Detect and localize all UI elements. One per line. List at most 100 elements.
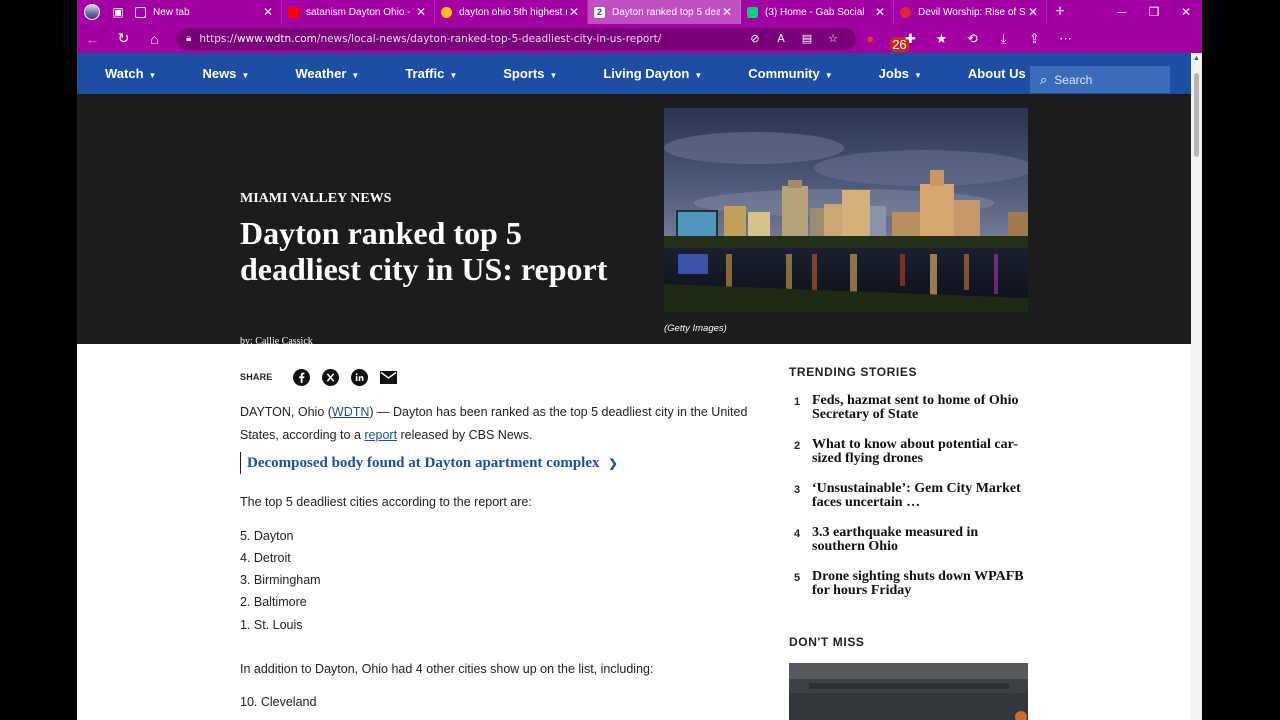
newtab-icon (135, 6, 146, 18)
tab-active[interactable]: 2 Dayton ranked top 5 deadliest city ✕ (588, 0, 741, 24)
nav-item-watch[interactable]: Watch ▼ (105, 66, 156, 81)
immersive-reader-icon[interactable]: ▤ (794, 32, 820, 45)
tracking-prevention-icon[interactable]: ⊘ (742, 32, 768, 45)
trending-title[interactable]: ‘Unsustainable’: Gem City Market faces u… (812, 482, 1029, 510)
list-item: 2. Baltimore (240, 595, 307, 610)
trending-title[interactable]: 3.3 earthquake measured in southern Ohio (812, 526, 1029, 554)
facebook-icon[interactable] (293, 368, 311, 386)
tab-title: Dayton ranked top 5 deadliest city (612, 6, 720, 18)
dont-miss-thumbnail[interactable] (789, 663, 1028, 720)
nav-item-news[interactable]: News ▼ (202, 66, 249, 81)
close-icon[interactable]: ✕ (414, 5, 428, 19)
list-intro: The top 5 deadliest cities according to … (240, 495, 532, 509)
related-story-link[interactable]: Decomposed body found at Dayton apartmen… (240, 452, 760, 474)
tab[interactable]: Devil Worship: Rise of Satanism ✕ (894, 0, 1047, 24)
search-label: Search (1054, 72, 1093, 87)
close-icon[interactable]: ✕ (261, 5, 275, 19)
back-icon[interactable]: ← (77, 31, 108, 47)
tab-title: Devil Worship: Rise of Satanism (918, 6, 1026, 18)
scroll-up-icon[interactable]: ▲ (1193, 55, 1200, 62)
close-window-icon[interactable]: ✕ (1170, 5, 1202, 19)
search-icon: ⌕ (1040, 71, 1048, 87)
restore-icon[interactable]: ❐ (1138, 5, 1170, 19)
caret-down-icon: ▼ (914, 71, 922, 80)
close-icon[interactable]: ✕ (567, 5, 581, 19)
hero-image[interactable] (664, 108, 1028, 312)
trending-title[interactable]: Feds, hazmat sent to home of Ohio Secret… (812, 394, 1029, 422)
nav-item-traffic[interactable]: Traffic ▼ (405, 66, 457, 81)
byline-prefix: by: (240, 336, 256, 347)
extensions-icon[interactable]: ✚ (895, 31, 926, 47)
tab-title: satanism Dayton Ohio - YouTube (306, 6, 414, 18)
dont-miss-section: DON'T MISS (789, 635, 1029, 649)
x-twitter-icon[interactable] (322, 368, 340, 386)
favorite-star-icon[interactable]: ☆ (820, 32, 846, 45)
close-icon[interactable]: ✕ (873, 5, 887, 19)
trending-item[interactable]: 5 Drone sighting shuts down WPAFB for ho… (789, 570, 1029, 598)
minimize-icon[interactable]: ─ (1106, 5, 1138, 19)
url-text: https://www.wdtn.com/news/local-news/day… (199, 32, 662, 45)
article-category[interactable]: MIAMI VALLEY NEWS (240, 191, 391, 207)
tab-strip: ▣ New tab ✕ satanism Dayton Ohio - YouTu… (77, 0, 1202, 24)
email-icon[interactable] (380, 368, 398, 386)
page-scrollbar[interactable]: ▲ (1191, 53, 1202, 720)
trending-title[interactable]: What to know about potential car-sized f… (812, 438, 1029, 466)
new-tab-button[interactable]: + (1047, 3, 1073, 21)
wdtn-link[interactable]: WDTN (332, 405, 370, 419)
workspaces-icon[interactable]: ▣ (107, 0, 129, 24)
tab[interactable]: satanism Dayton Ohio - YouTube ✕ (282, 0, 435, 24)
wdtn-icon: 2 (594, 6, 605, 18)
dont-miss-heading: DON'T MISS (789, 635, 865, 649)
article-body: SHARE DAYTON, Ohio (WDTN) — Dayton has b… (240, 367, 760, 714)
article-meta: by: Callie Cassick Posted: Sep 13, 2022 … (240, 336, 401, 369)
close-icon[interactable]: ✕ (1026, 5, 1040, 19)
trending-item[interactable]: 1 Feds, hazmat sent to home of Ohio Secr… (789, 394, 1029, 422)
browser-toolbar: ← ↻ ⌂ 🔒︎ https://www.wdtn.com/news/local… (77, 24, 1202, 53)
home-icon[interactable]: ⌂ (139, 31, 170, 47)
site-search-input[interactable]: ⌕ Search (1030, 66, 1170, 93)
profile-button[interactable] (77, 0, 107, 24)
profile-avatar-icon (84, 4, 100, 20)
other-cities-intro: In addition to Dayton, Ohio had 4 other … (240, 661, 654, 676)
history-icon[interactable]: ⟲ (957, 31, 988, 47)
scrollbar-thumb[interactable] (1194, 73, 1199, 157)
lock-icon[interactable]: 🔒︎ (186, 33, 191, 44)
image-caption: (Getty Images) (664, 323, 727, 334)
downloads-icon[interactable]: ⤓ (988, 31, 1019, 47)
caret-down-icon: ▼ (351, 71, 360, 80)
read-aloud-icon[interactable]: A (768, 32, 794, 45)
address-bar[interactable]: 🔒︎ https://www.wdtn.com/news/local-news/… (176, 27, 856, 50)
extension-icon[interactable]: ● 26 (864, 31, 909, 52)
author-link[interactable]: Callie Cassick (255, 336, 313, 347)
more-menu-icon[interactable]: ⋯ (1050, 31, 1081, 47)
nav-item-about-us[interactable]: About Us▼ (968, 66, 1039, 81)
linkedin-icon[interactable] (351, 368, 369, 386)
trending-item[interactable]: 2 What to know about potential car-sized… (789, 438, 1029, 466)
close-icon[interactable]: ✕ (720, 5, 734, 19)
trending-rank: 3 (794, 484, 801, 496)
chevron-right-icon: ❯ (608, 457, 618, 470)
tab-title: (3) Home - Gab Social (765, 6, 865, 18)
report-link[interactable]: report (364, 428, 397, 442)
webpage: Watch ▼ News ▼ Weather ▼ Traffic ▼ Sports ▼ L… (77, 53, 1191, 720)
tab[interactable]: dayton ohio 5th highest murder rate ✕ (435, 0, 588, 24)
trending-item[interactable]: 3 ‘Unsustainable’: Gem City Market faces… (789, 482, 1029, 510)
nav-item-living-dayton[interactable]: Living Dayton ▼ (603, 66, 702, 81)
favorites-icon[interactable]: ★ (926, 31, 957, 47)
nav-item-community[interactable]: Community ▼ (748, 66, 832, 81)
intro-paragraph: DAYTON, Ohio (WDTN) — Dayton has been ra… (240, 405, 748, 442)
nav-item-weather[interactable]: Weather ▼ (295, 66, 359, 81)
nav-item-sports[interactable]: Sports ▼ (503, 66, 557, 81)
caret-down-icon: ▼ (549, 71, 558, 80)
tab[interactable]: New tab ✕ (129, 0, 282, 24)
nav-item-jobs[interactable]: Jobs ▼ (879, 66, 922, 81)
share-icon[interactable]: ⇪ (1019, 31, 1050, 47)
site-favicon-icon (900, 6, 911, 18)
caret-down-icon: ▼ (449, 71, 458, 80)
list-item: 3. Birmingham (240, 573, 321, 588)
list-item: 1. St. Louis (240, 617, 303, 632)
refresh-icon[interactable]: ↻ (108, 30, 139, 47)
trending-item[interactable]: 4 3.3 earthquake measured in southern Oh… (789, 526, 1029, 554)
tab[interactable]: (3) Home - Gab Social ✕ (741, 0, 894, 24)
trending-title[interactable]: Drone sighting shuts down WPAFB for hour… (812, 570, 1029, 598)
